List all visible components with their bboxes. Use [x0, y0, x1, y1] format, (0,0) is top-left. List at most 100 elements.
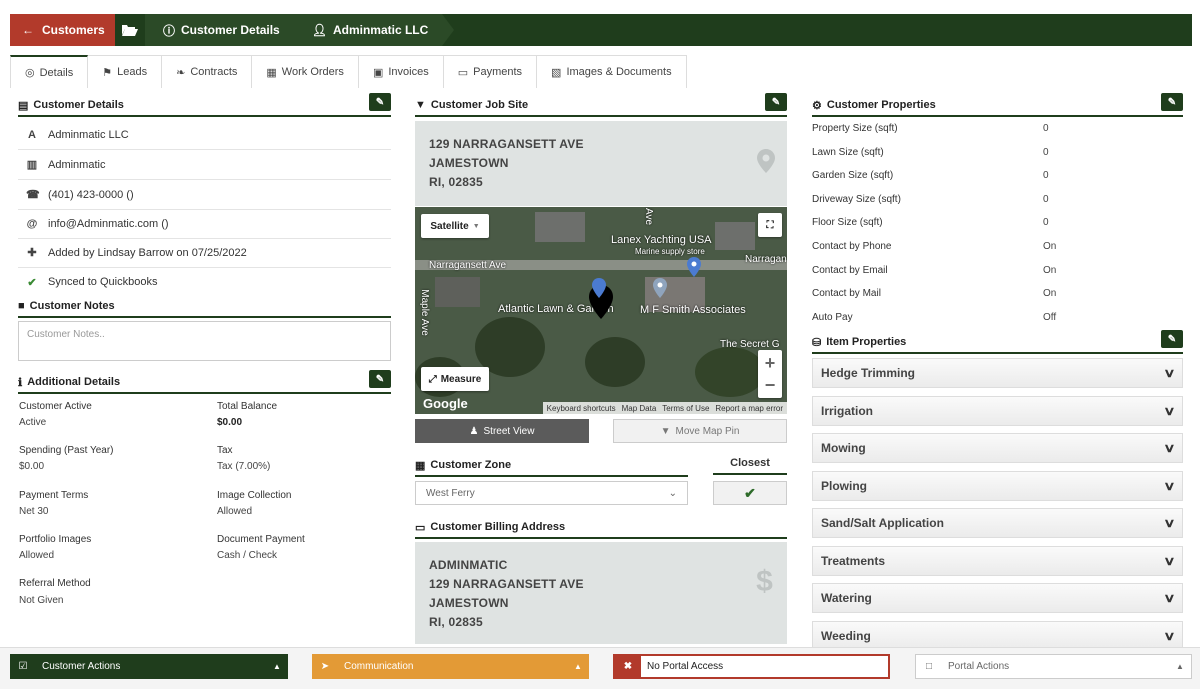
satellite-map[interactable]: Satellite ▼ ⛶ + − ⤢ Measure Narragansett A…: [415, 207, 787, 414]
zoom-in-button[interactable]: +: [765, 353, 776, 373]
tab-images-documents[interactable]: ▧ Images & Documents: [537, 55, 687, 88]
map-pin-icon: [757, 149, 775, 173]
edit-icon: ✎: [375, 373, 385, 385]
additional-details-header: ℹ Additional Details ✎: [18, 370, 391, 394]
edit-properties-button[interactable]: ✎: [1161, 93, 1183, 111]
company-row: A Adminmatic LLC: [18, 120, 391, 150]
map-marker-icon: ▼: [660, 425, 671, 437]
customer-notes-header: ■ Customer Notes: [18, 296, 391, 318]
user-icon: 👤︎: [311, 23, 327, 37]
folder-open-icon[interactable]: [115, 24, 145, 36]
calendar-icon: ▦: [266, 66, 277, 79]
tab-details[interactable]: ◎ Details: [10, 55, 89, 88]
property-label: Property Size (sqft): [812, 123, 898, 134]
image-icon: ▧: [551, 66, 562, 79]
map-label-business: Lanex Yachting USA: [611, 234, 712, 246]
property-value: 0: [1043, 146, 1049, 158]
payment-terms-value: Net 30: [19, 506, 49, 517]
map-tree: [585, 337, 645, 387]
job-site-address: 129 NARRAGANSETT AVE JAMESTOWN RI, 02835: [415, 121, 787, 206]
item-property-accordion[interactable]: Mowing ∨: [812, 433, 1183, 463]
breadcrumb-customer-details[interactable]: ⓘ Customer Details: [145, 14, 306, 46]
chevron-down-icon: ∨: [1163, 366, 1176, 380]
caret-up-icon: ▲: [574, 662, 582, 671]
map-type-satellite-button[interactable]: Satellite ▼: [421, 214, 489, 238]
map-label-street: Narragan: [745, 254, 787, 265]
item-property-label: Treatments: [821, 553, 886, 568]
map-data-link[interactable]: Map Data: [622, 404, 657, 413]
move-map-pin-button[interactable]: ▼ Move Map Pin: [613, 419, 787, 443]
edit-icon: ✎: [375, 96, 385, 108]
communication-button[interactable]: ➤ Communication ▲: [312, 654, 589, 679]
edit-item-properties-button[interactable]: ✎: [1161, 330, 1183, 348]
tab-contracts[interactable]: ❧ Contracts: [162, 55, 253, 88]
user-plus-icon: ✚: [27, 247, 37, 259]
tab-bar: ◎ Details ⚑ Leads ❧ Contracts ▦ Work Orders …: [10, 55, 687, 88]
edit-customer-details-button[interactable]: ✎: [369, 93, 391, 111]
check-square-icon: ☑: [18, 661, 28, 672]
chevron-down-icon: ∨: [1163, 553, 1176, 568]
gear-icon: ⚙: [812, 99, 822, 112]
item-property-accordion[interactable]: Weeding ∨: [812, 620, 1183, 651]
close-icon: ✖: [615, 656, 641, 677]
zone-select[interactable]: West Ferry ⌄: [415, 481, 688, 505]
document-payment-value: Cash / Check: [217, 550, 278, 561]
customer-notes-textarea[interactable]: Customer Notes..: [18, 321, 391, 361]
measure-button[interactable]: ⤢ Measure: [421, 367, 489, 391]
item-property-accordion[interactable]: Plowing ∨: [812, 470, 1183, 501]
item-property-accordion[interactable]: Irrigation ∨: [812, 395, 1183, 426]
tab-work-orders[interactable]: ▦ Work Orders: [252, 55, 359, 88]
spending-label: Spending (Past Year): [19, 445, 114, 456]
property-value: 0: [1043, 193, 1049, 205]
report-map-error-link[interactable]: Report a map error: [715, 404, 783, 413]
portal-access-status[interactable]: ✖ No Portal Access: [613, 654, 890, 679]
street-view-icon: ♟: [469, 425, 479, 437]
tab-payments[interactable]: ▭ Payments: [443, 55, 538, 88]
item-property-accordion[interactable]: Sand/Salt Application ∨: [812, 508, 1183, 538]
map-roof: [435, 277, 480, 307]
customers-back-button[interactable]: ← Customers: [10, 14, 115, 46]
credit-card-icon: ▭: [415, 521, 426, 534]
phone-row[interactable]: ☎ (401) 423-0000 (): [18, 180, 391, 210]
keyboard-shortcuts-link[interactable]: Keyboard shortcuts: [547, 404, 616, 413]
caret-up-icon: ▲: [273, 662, 281, 671]
customer-actions-button[interactable]: ☑ Customer Actions ▲: [10, 654, 288, 679]
closest-label: Closest: [713, 457, 787, 475]
poi-pin-icon: [592, 278, 606, 298]
tab-leads[interactable]: ⚑ Leads: [88, 55, 163, 88]
item-property-accordion[interactable]: Watering ∨: [812, 583, 1183, 613]
building-icon: ▥: [26, 159, 38, 171]
font-icon: A: [28, 128, 36, 141]
info-circle-icon: ⓘ: [163, 23, 176, 38]
handshake-icon: ❧: [176, 66, 186, 79]
fullscreen-button[interactable]: ⛶: [758, 213, 782, 237]
street-view-button[interactable]: ♟ Street View: [415, 419, 589, 443]
breadcrumb-customer-name[interactable]: 👤︎ Adminmatic LLC: [293, 14, 454, 46]
map-roof: [715, 222, 755, 250]
map-label-street: Narragansett Ave: [429, 260, 507, 271]
item-property-label: Weeding: [821, 628, 871, 643]
property-label: Garden Size (sqft): [812, 170, 894, 182]
item-property-accordion[interactable]: Treatments ∨: [812, 545, 1183, 576]
phone-icon: ☎: [26, 189, 40, 201]
map-label-business: M F Smith Associates: [640, 304, 746, 316]
property-value: 0: [1043, 217, 1049, 229]
image-collection-label: Image Collection: [217, 490, 292, 501]
zoom-out-button[interactable]: −: [765, 375, 776, 395]
map-label-business: The Secret G: [720, 339, 780, 350]
email-row[interactable]: @ info@Adminmatic.com (): [18, 209, 391, 239]
item-property-accordion[interactable]: Hedge Trimming ∨: [812, 358, 1183, 388]
poi-pin-icon: [653, 278, 667, 298]
terms-of-use-link[interactable]: Terms of Use: [662, 404, 709, 413]
edit-additional-details-button[interactable]: ✎: [369, 370, 391, 388]
check-icon: ✔: [744, 484, 756, 501]
closest-zone-button[interactable]: ✔: [713, 481, 787, 505]
property-value: On: [1043, 264, 1057, 276]
dollar-icon: $: [756, 565, 773, 598]
item-properties-header: ⛁ Item Properties ✎: [812, 330, 1183, 354]
edit-icon: ✎: [1167, 333, 1177, 345]
tab-invoices[interactable]: ▣ Invoices: [358, 55, 444, 88]
portal-actions-button[interactable]: □ Portal Actions ▲: [915, 654, 1192, 679]
edit-job-site-button[interactable]: ✎: [765, 93, 787, 111]
added-by-row: ✚ Added by Lindsay Barrow on 07/25/2022: [18, 238, 391, 268]
